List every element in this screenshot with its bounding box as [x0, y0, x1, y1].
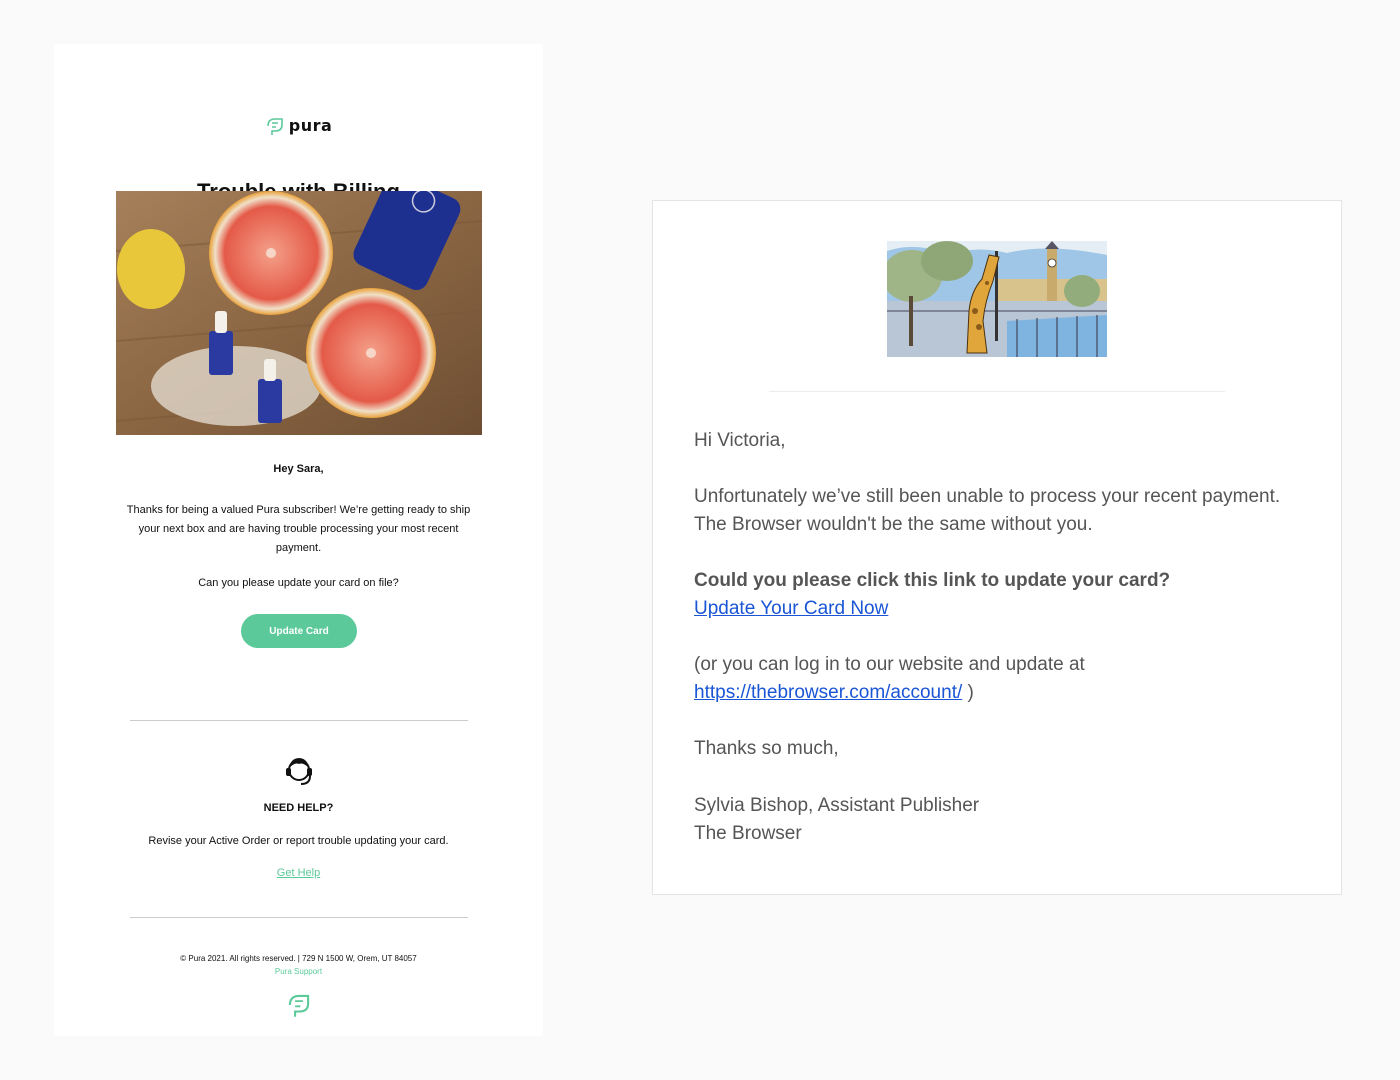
divider [769, 391, 1225, 392]
london-giraffe-illustration [887, 241, 1107, 357]
pura-logo: pura [54, 116, 543, 136]
help-text: Revise your Active Order or report troub… [148, 835, 449, 847]
divider [130, 917, 468, 918]
pura-email-card: pura Trouble with Billing [54, 44, 543, 1036]
body-text: Thanks for being a valued Pura subscribe… [126, 504, 471, 554]
closing-paren: ) [962, 682, 974, 703]
pura-leaf-icon [266, 118, 283, 135]
hero-product-image [116, 191, 482, 435]
help-title: NEED HELP? [263, 802, 334, 814]
update-question: Could you please click this link to upda… [694, 570, 1171, 591]
message-line: Unfortunately we’ve still been unable to… [694, 486, 1281, 507]
message-line: The Browser wouldn't be the same without… [694, 514, 1093, 535]
divider [130, 720, 468, 721]
greeting: Hi Victoria, [694, 430, 786, 451]
browser-email-card: Hi Victoria, Unfortunately we’ve still b… [652, 200, 1342, 895]
account-url-link[interactable]: https://thebrowser.com/account/ [694, 682, 962, 703]
message-paragraph: Unfortunately we’ve still been unable to… [694, 483, 1314, 539]
pura-leaf-icon [288, 994, 310, 1017]
update-card-button[interactable]: Update Card [241, 614, 357, 648]
update-question: Can you please update your card on file? [198, 577, 399, 589]
signature-org: The Browser [694, 823, 802, 844]
get-help-link[interactable]: Get Help [277, 867, 320, 879]
pura-logo-text: pura [288, 115, 333, 135]
update-card-link[interactable]: Update Your Card Now [694, 598, 888, 619]
alternate-text: (or you can log in to our website and up… [694, 654, 1085, 675]
pura-support-link[interactable]: Pura Support [275, 967, 322, 976]
get-help-row: Get Help [54, 867, 543, 879]
headset-icon [286, 758, 312, 785]
signature: Sylvia Bishop, Assistant Publisher The B… [694, 792, 1314, 848]
update-prompt: Could you please click this link to upda… [694, 567, 1314, 623]
greeting: Hey Sara, [273, 463, 324, 475]
alternate-instructions: (or you can log in to our website and up… [694, 651, 1314, 707]
signature-name: Sylvia Bishop, Assistant Publisher [694, 795, 980, 816]
footer-legal: © Pura 2021. All rights reserved. | 729 … [180, 954, 417, 963]
support-row: Pura Support [54, 967, 543, 976]
thanks-line: Thanks so much, [694, 738, 839, 759]
